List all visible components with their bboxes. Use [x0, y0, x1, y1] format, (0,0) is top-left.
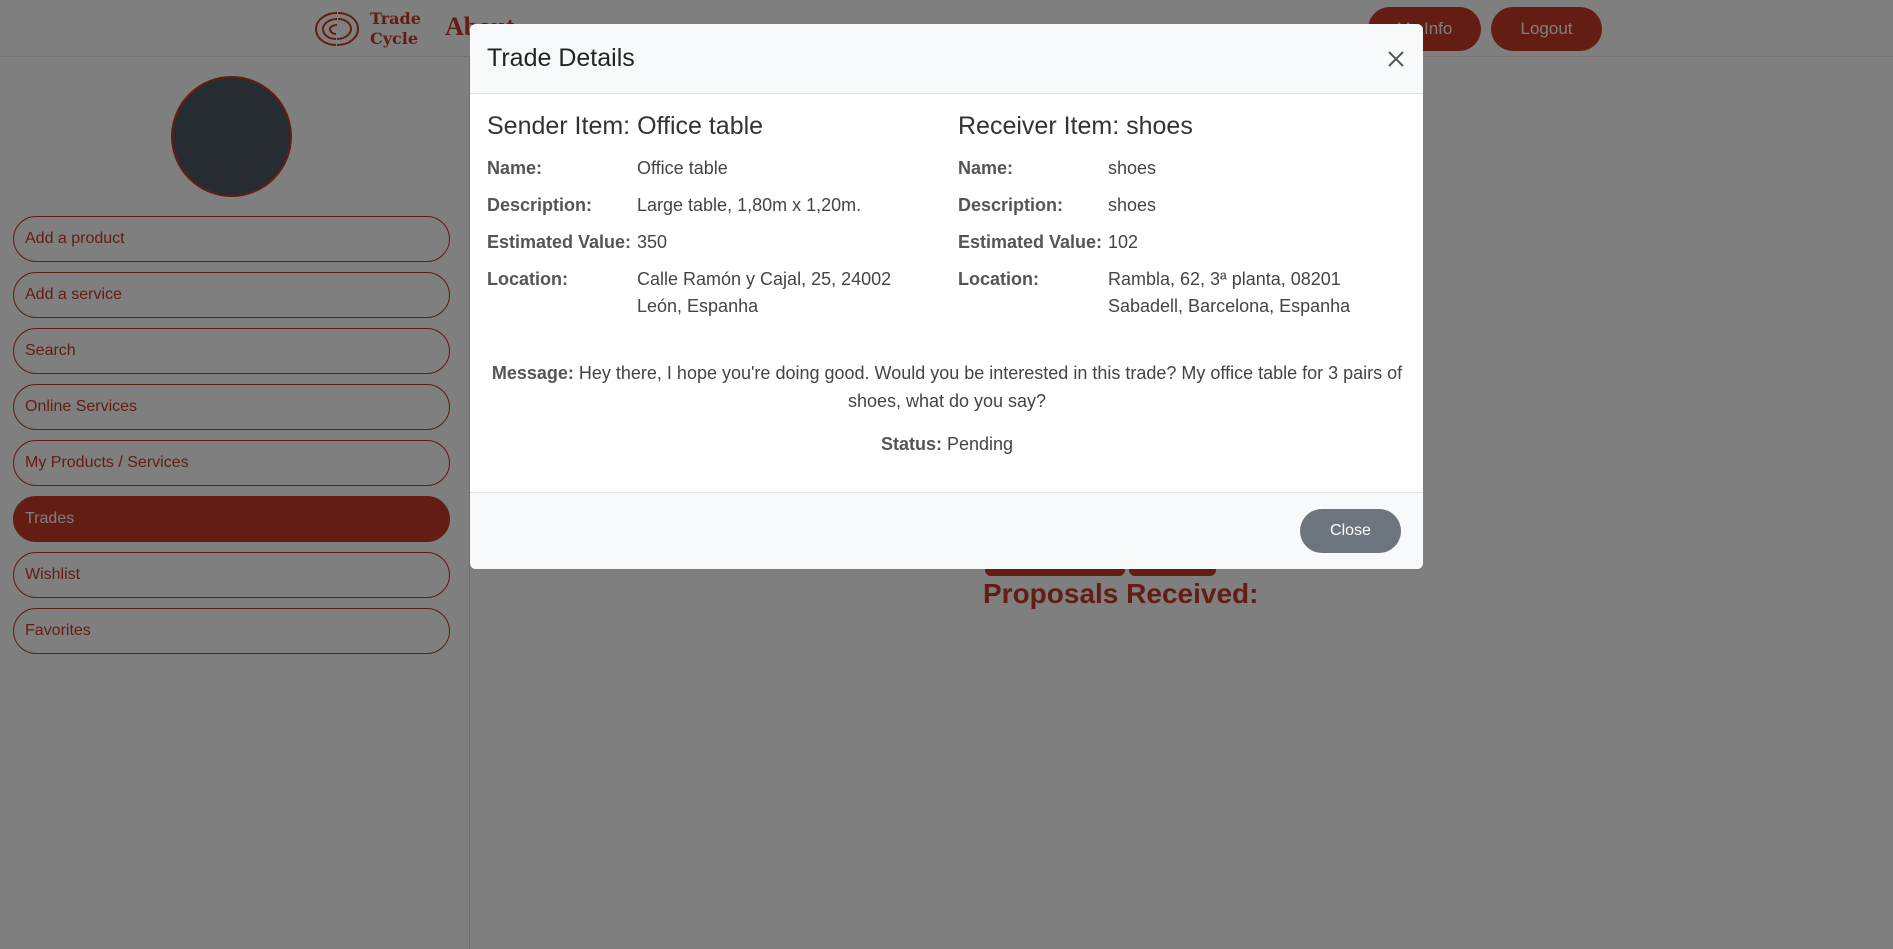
- modal-header: Trade Details: [470, 24, 1423, 94]
- sender-value-label: Estimated Value:: [487, 232, 632, 252]
- status-value: Pending: [946, 434, 1014, 454]
- sender-description-row: Description: Large table, 1,80m x 1,20m.: [487, 192, 927, 219]
- trade-details-modal: Trade Details Sender Item: Office table …: [470, 24, 1423, 569]
- message-text: Hey there, I hope you're doing good. Wou…: [578, 363, 1403, 411]
- sender-description-label: Description:: [487, 195, 593, 215]
- modal-footer: Close: [470, 492, 1423, 569]
- sender-item-heading: Sender Item: Office table: [487, 112, 764, 140]
- sender-value-value: 350: [637, 232, 668, 252]
- close-icon[interactable]: [1382, 45, 1410, 73]
- receiver-location-row: Location: Rambla, 62, 3ª planta, 08201 S…: [958, 266, 1398, 320]
- receiver-name-label: Name:: [958, 158, 1014, 178]
- sender-description-value: Large table, 1,80m x 1,20m.: [637, 195, 862, 215]
- sender-name-label: Name:: [487, 158, 543, 178]
- receiver-value-row: Estimated Value: 102: [958, 229, 1398, 256]
- sender-name-value: Office table: [637, 158, 728, 178]
- sender-item-column: Sender Item: Office table Name: Office t…: [487, 94, 927, 330]
- sender-location-row: Location: Calle Ramón y Cajal, 25, 24002…: [487, 266, 927, 320]
- receiver-description-row: Description: shoes: [958, 192, 1398, 219]
- sender-location-value: Calle Ramón y Cajal, 25, 24002 León, Esp…: [637, 269, 892, 316]
- receiver-description-value: shoes: [1108, 195, 1157, 215]
- sender-name-row: Name: Office table: [487, 155, 927, 182]
- trade-status: Status: Pending: [487, 434, 1407, 455]
- receiver-value-value: 102: [1108, 232, 1139, 252]
- close-button[interactable]: Close: [1300, 509, 1401, 553]
- message-label: Message:: [491, 363, 579, 383]
- status-label: Status:: [880, 434, 947, 454]
- receiver-item-heading: Receiver Item: shoes: [958, 112, 1193, 140]
- modal-title: Trade Details: [487, 44, 635, 72]
- receiver-location-value: Rambla, 62, 3ª planta, 08201 Sabadell, B…: [1108, 269, 1351, 316]
- trade-message: Message: Hey there, I hope you're doing …: [487, 359, 1407, 415]
- sender-location-label: Location:: [487, 269, 568, 289]
- receiver-name-value: shoes: [1108, 158, 1157, 178]
- receiver-item-column: Receiver Item: shoes Name: shoes Descrip…: [958, 94, 1398, 330]
- receiver-description-label: Description:: [958, 195, 1064, 215]
- receiver-name-row: Name: shoes: [958, 155, 1398, 182]
- receiver-value-label: Estimated Value:: [958, 232, 1103, 252]
- sender-value-row: Estimated Value: 350: [487, 229, 927, 256]
- modal-body: Sender Item: Office table Name: Office t…: [470, 94, 1423, 492]
- receiver-location-label: Location:: [958, 269, 1039, 289]
